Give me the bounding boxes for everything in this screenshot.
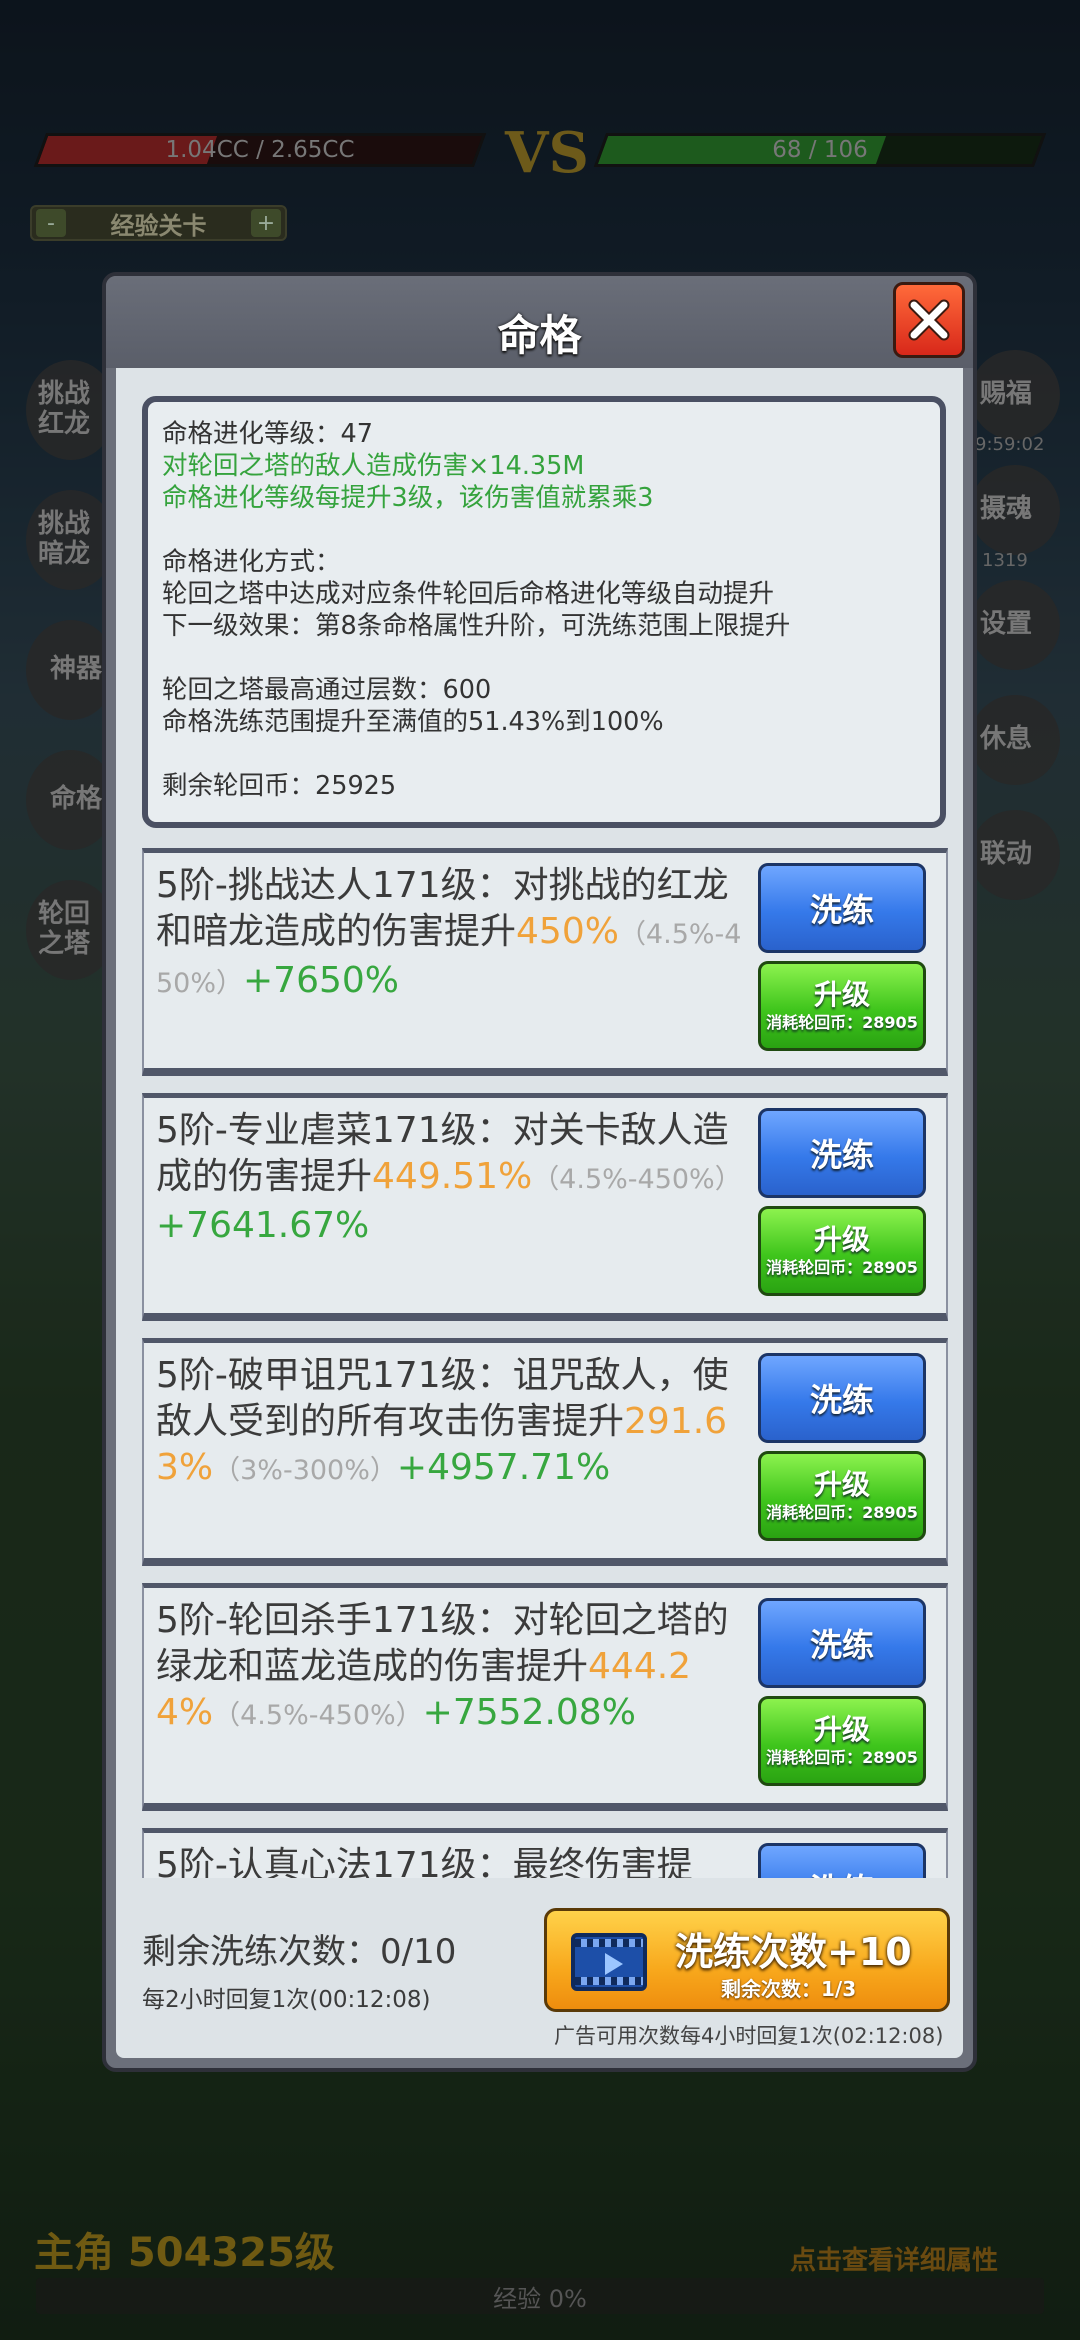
upgrade-button[interactable]: 升级 消耗轮回币：28905 xyxy=(758,1206,926,1296)
modal-body: 命格进化等级：47 对轮回之塔的敌人造成伤害×14.35M 命格进化等级每提升3… xyxy=(116,368,963,2058)
method-title: 命格进化方式： xyxy=(162,547,341,577)
stage-plus-button[interactable]: + xyxy=(251,209,281,237)
player-hp-bar: 1.04CC / 2.65CC xyxy=(33,133,487,167)
refine-button[interactable]: 洗练 xyxy=(758,1598,926,1688)
ad-button-title: 洗练次数+10 xyxy=(675,1930,912,1974)
ad-note: 广告可用次数每4小时回复1次(02:12:08) xyxy=(554,2024,944,2048)
detail-link[interactable]: 点击查看详细属性 xyxy=(790,2240,998,2277)
vs-label: VS xyxy=(505,120,589,186)
stage-label: 经验关卡 xyxy=(110,211,207,240)
enemy-hp-text: 68 / 106 xyxy=(772,137,868,163)
refine-button[interactable]: 洗练 xyxy=(758,1353,926,1443)
hero-level: 主角 504325级 xyxy=(34,2230,335,2276)
side-button-link[interactable]: 联动 xyxy=(970,810,1060,900)
video-icon xyxy=(571,1933,647,1991)
card-description: 5阶-轮回杀手171级：对轮回之塔的绿龙和蓝龙造成的伤害提升444.24%（4.… xyxy=(156,1600,729,1733)
refine-button[interactable]: 洗练 xyxy=(758,863,926,953)
side-button-soul[interactable]: 摄魂 xyxy=(970,465,1060,555)
modal-title: 命格 xyxy=(497,311,582,360)
recover-note: 每2小时回复1次(00:12:08) xyxy=(142,1987,431,2013)
modal-header: 命格 xyxy=(106,276,973,368)
fate-card: 5阶-认真心法171级：最终伤害提 洗练 xyxy=(142,1828,948,1878)
fate-card: 5阶-专业虐菜171级：对关卡敌人造成的伤害提升449.51%（4.5%-450… xyxy=(142,1093,948,1321)
fate-list[interactable]: 5阶-挑战达人171级：对挑战的红龙和暗龙造成的伤害提升450%（4.5%-45… xyxy=(142,848,948,1878)
side-button-rest[interactable]: 休息 xyxy=(970,695,1060,785)
fate-card: 5阶-破甲诅咒171级：诅咒敌人，使敌人受到的所有攻击伤害提升291.63%（3… xyxy=(142,1338,948,1566)
close-button[interactable] xyxy=(893,282,965,358)
blessing-timer: 9:59:02 xyxy=(975,434,1045,455)
enemy-hp-bar: 68 / 106 xyxy=(593,133,1047,167)
refine-button[interactable]: 洗练 xyxy=(758,1108,926,1198)
max-floor: 轮回之塔最高通过层数：600 xyxy=(162,675,492,705)
fate-modal: 命格 命格进化等级：47 对轮回之塔的敌人造成伤害×14.35M 命格进化等级每… xyxy=(102,272,977,2072)
stage-selector: - 经验关卡 + xyxy=(30,205,287,241)
side-button-settings[interactable]: 设置 xyxy=(970,580,1060,670)
close-icon xyxy=(908,299,950,341)
player-hp-text: 1.04CC / 2.65CC xyxy=(165,137,355,163)
method-desc: 轮回之塔中达成对应条件轮回后命格进化等级自动提升 xyxy=(162,579,775,609)
next-level-effect: 下一级效果：第8条命格属性升阶，可洗练范围上限提升 xyxy=(162,611,791,641)
upgrade-button[interactable]: 升级 消耗轮回币：28905 xyxy=(758,961,926,1051)
upgrade-button[interactable]: 升级 消耗轮回币：28905 xyxy=(758,1451,926,1541)
fate-card: 5阶-轮回杀手171级：对轮回之塔的绿龙和蓝龙造成的伤害提升444.24%（4.… xyxy=(142,1583,948,1811)
upgrade-button[interactable]: 升级 消耗轮回币：28905 xyxy=(758,1696,926,1786)
stage-minus-button[interactable]: - xyxy=(36,209,66,237)
ad-button-sub: 剩余次数：1/3 xyxy=(721,1977,857,2001)
evolution-level: 命格进化等级：47 xyxy=(162,419,373,449)
remaining-refines: 剩余洗练次数：0/10 xyxy=(142,1932,457,1972)
multiply-rule: 命格进化等级每提升3级，该伤害值就累乘3 xyxy=(162,483,654,513)
side-button-blessing[interactable]: 赐福 xyxy=(970,350,1060,440)
info-panel: 命格进化等级：47 对轮回之塔的敌人造成伤害×14.35M 命格进化等级每提升3… xyxy=(142,396,946,828)
exp-bar: 经验 0% xyxy=(36,2278,1044,2314)
watch-ad-button[interactable]: 洗练次数+10 剩余次数：1/3 xyxy=(544,1908,950,2012)
fate-card: 5阶-挑战达人171级：对挑战的红龙和暗龙造成的伤害提升450%（4.5%-45… xyxy=(142,848,948,1076)
card-description: 5阶-破甲诅咒171级：诅咒敌人，使敌人受到的所有攻击伤害提升291.63%（3… xyxy=(156,1355,729,1488)
tower-damage: 对轮回之塔的敌人造成伤害×14.35M xyxy=(162,451,585,481)
soul-count: 1319 xyxy=(982,550,1028,571)
refine-range: 命格洗练范围提升至满值的51.43%到100% xyxy=(162,707,664,737)
card-description: 5阶-认真心法171级：最终伤害提 xyxy=(156,1845,693,1878)
refine-button[interactable]: 洗练 xyxy=(758,1843,926,1878)
card-description: 5阶-挑战达人171级：对挑战的红龙和暗龙造成的伤害提升450%（4.5%-45… xyxy=(156,865,742,1001)
card-description: 5阶-专业虐菜171级：对关卡敌人造成的伤害提升449.51%（4.5%-450… xyxy=(156,1110,742,1246)
remaining-coins: 剩余轮回币：25925 xyxy=(162,771,397,801)
